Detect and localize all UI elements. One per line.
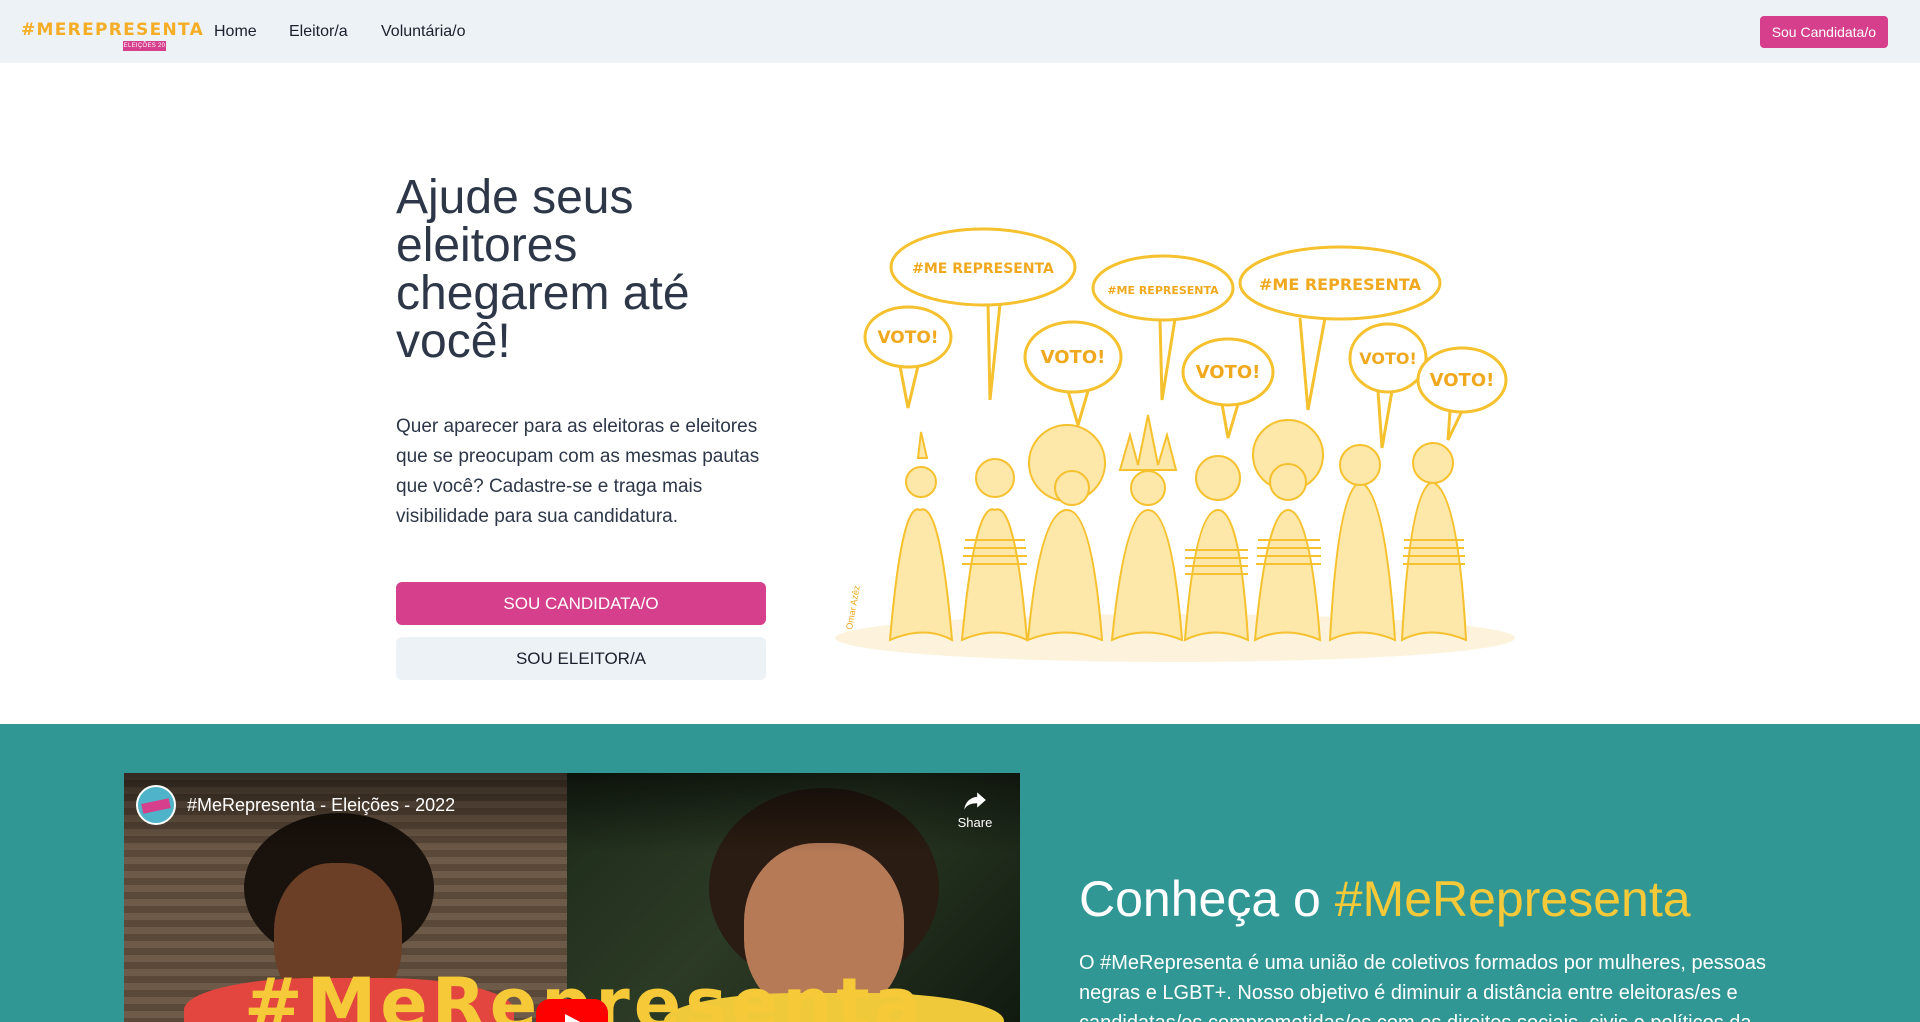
bubble-text-5: VOTO! [1041, 347, 1106, 368]
hero-description: Quer aparecer para as eleitoras e eleito… [396, 416, 760, 527]
share-button[interactable]: Share [950, 783, 1000, 833]
channel-avatar[interactable] [136, 785, 176, 825]
bubble-text-7: VOTO! [1359, 349, 1417, 368]
nav-link-voluntaria[interactable]: Voluntária/o [381, 23, 466, 41]
sou-candidata-primary-button[interactable]: SOU CANDIDATA/O [396, 582, 766, 625]
sou-eleitor-button[interactable]: SOU ELEITOR/A [396, 637, 766, 680]
about-description: O #MeRepresenta é uma união de coletivos… [1079, 952, 1767, 1022]
share-icon [964, 792, 986, 810]
hero-illustration: #ME REPRESENTA #ME REPRESENTA #ME REPRES… [835, 227, 1515, 662]
logo-subtitle: ELEIÇÕES 20 [123, 41, 166, 51]
bubble-text-4: VOTO! [877, 328, 938, 348]
share-label: Share [957, 815, 993, 830]
nav-link-eleitor[interactable]: Eleitor/a [289, 23, 348, 41]
about-title-brand: #MeRepresenta [1334, 871, 1691, 927]
nav-link-home[interactable]: Home [214, 23, 257, 41]
bubble-text-1: #ME REPRESENTA [912, 261, 1054, 277]
logo-text: #MEREPRESENTA [21, 20, 205, 40]
hero-title: Ajude seus eleitores chegarem até você! [396, 171, 690, 368]
bubble-text-3: #ME REPRESENTA [1259, 275, 1422, 294]
bubble-text-8: VOTO! [1430, 370, 1495, 391]
illustration-signature: Omar Azêz [844, 584, 862, 630]
about-title-prefix: Conheça o [1079, 871, 1335, 927]
play-icon [565, 1014, 581, 1022]
about-title: Conheça o #MeRepresenta [1079, 870, 1691, 928]
navbar: #MEREPRESENTA ELEIÇÕES 20 Home Eleitor/a… [0, 0, 1920, 63]
play-button[interactable] [536, 999, 608, 1022]
logo[interactable]: #MEREPRESENTA ELEIÇÕES 20 [21, 20, 203, 52]
video-title[interactable]: #MeRepresenta - Eleições - 2022 [187, 795, 455, 816]
bubble-text-2: #ME REPRESENTA [1107, 284, 1219, 297]
video-player[interactable]: #MeRepresenta #MeRepresenta - Eleições -… [124, 773, 1020, 1022]
bubble-text-6: VOTO! [1196, 362, 1261, 383]
sou-candidata-button[interactable]: Sou Candidata/o [1759, 16, 1888, 48]
